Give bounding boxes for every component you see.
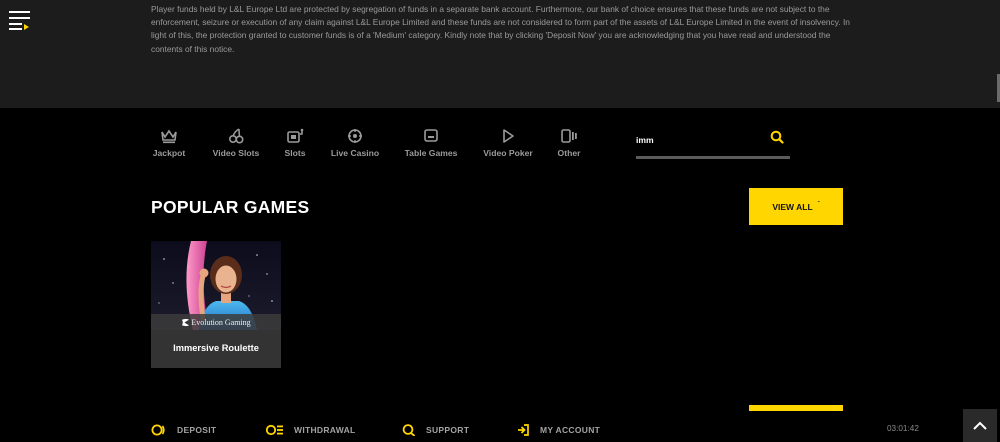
- provider-name: Evolution Gaming: [191, 317, 251, 327]
- play-icon: [503, 129, 514, 143]
- support-label: SUPPORT: [426, 425, 470, 435]
- bottom-nav-bar: DEPOSIT WITHDRAWAL SUPPORT MY ACCOUNT 03…: [0, 419, 1000, 442]
- support-button[interactable]: SUPPORT: [402, 423, 469, 437]
- category-slots[interactable]: Slots: [283, 128, 307, 160]
- section-title: POPULAR GAMES: [151, 197, 310, 217]
- my-account-button[interactable]: MY ACCOUNT: [517, 423, 600, 437]
- withdrawal-icon: [266, 424, 283, 436]
- support-icon: [402, 424, 415, 436]
- game-card[interactable]: Evolution Gaming Immersive Roulette: [151, 241, 281, 368]
- category-video-slots[interactable]: Video Slots: [211, 128, 261, 160]
- search-underline: [636, 156, 790, 159]
- view-all-label: VIEW ALL: [772, 201, 813, 212]
- slot-machine-icon: [287, 128, 304, 143]
- game-title: Immersive Roulette: [173, 343, 259, 353]
- deposit-label: DEPOSIT: [177, 425, 217, 435]
- funds-protection-notice: Player funds held by L&L Europe Ltd are …: [151, 4, 850, 54]
- card-table-icon: [424, 129, 438, 142]
- my-account-label: MY ACCOUNT: [540, 425, 601, 435]
- category-label: Video Slots: [212, 148, 260, 158]
- category-label: Video Poker: [483, 148, 533, 158]
- cherries-icon: [228, 128, 244, 144]
- category-label: Table Games: [404, 148, 458, 158]
- category-live-casino[interactable]: Live Casino: [330, 128, 380, 160]
- search-icon[interactable]: [770, 130, 784, 144]
- chevron-down-icon: ˇ: [817, 201, 820, 208]
- category-label: Other: [557, 148, 581, 158]
- deposit-button[interactable]: DEPOSIT: [151, 423, 216, 437]
- category-label: Slots: [284, 148, 306, 158]
- search-input[interactable]: [636, 132, 766, 148]
- scroll-to-top-button[interactable]: [963, 409, 997, 442]
- chevron-up-icon: [973, 421, 987, 430]
- game-search: [636, 127, 790, 161]
- crown-icon: [161, 129, 177, 144]
- category-other[interactable]: Other: [556, 128, 582, 160]
- deposit-icon: [151, 424, 165, 436]
- menu-icon: [9, 11, 30, 30]
- category-label: Jackpot: [152, 148, 186, 158]
- evolution-logo-icon: [182, 318, 190, 326]
- view-all-button[interactable]: VIEW ALL ˇ: [749, 188, 843, 225]
- other-games-icon: [561, 129, 577, 143]
- login-icon: [518, 424, 529, 436]
- deposit-notice-panel: Player funds held by L&L Europe Ltd are …: [0, 0, 1000, 108]
- accent-button-edge[interactable]: [749, 405, 843, 411]
- category-table-games[interactable]: Table Games: [403, 128, 459, 160]
- hamburger-menu-button[interactable]: [9, 10, 31, 30]
- clock: 03:01:42: [887, 424, 919, 433]
- withdrawal-button[interactable]: WITHDRAWAL: [266, 423, 356, 437]
- category-video-poker[interactable]: Video Poker: [482, 128, 534, 160]
- roulette-wheel-icon: [348, 129, 362, 143]
- provider-badge: Evolution Gaming: [151, 314, 281, 330]
- withdrawal-label: WITHDRAWAL: [294, 425, 356, 435]
- category-label: Live Casino: [330, 148, 380, 158]
- category-jackpot[interactable]: Jackpot: [151, 128, 187, 160]
